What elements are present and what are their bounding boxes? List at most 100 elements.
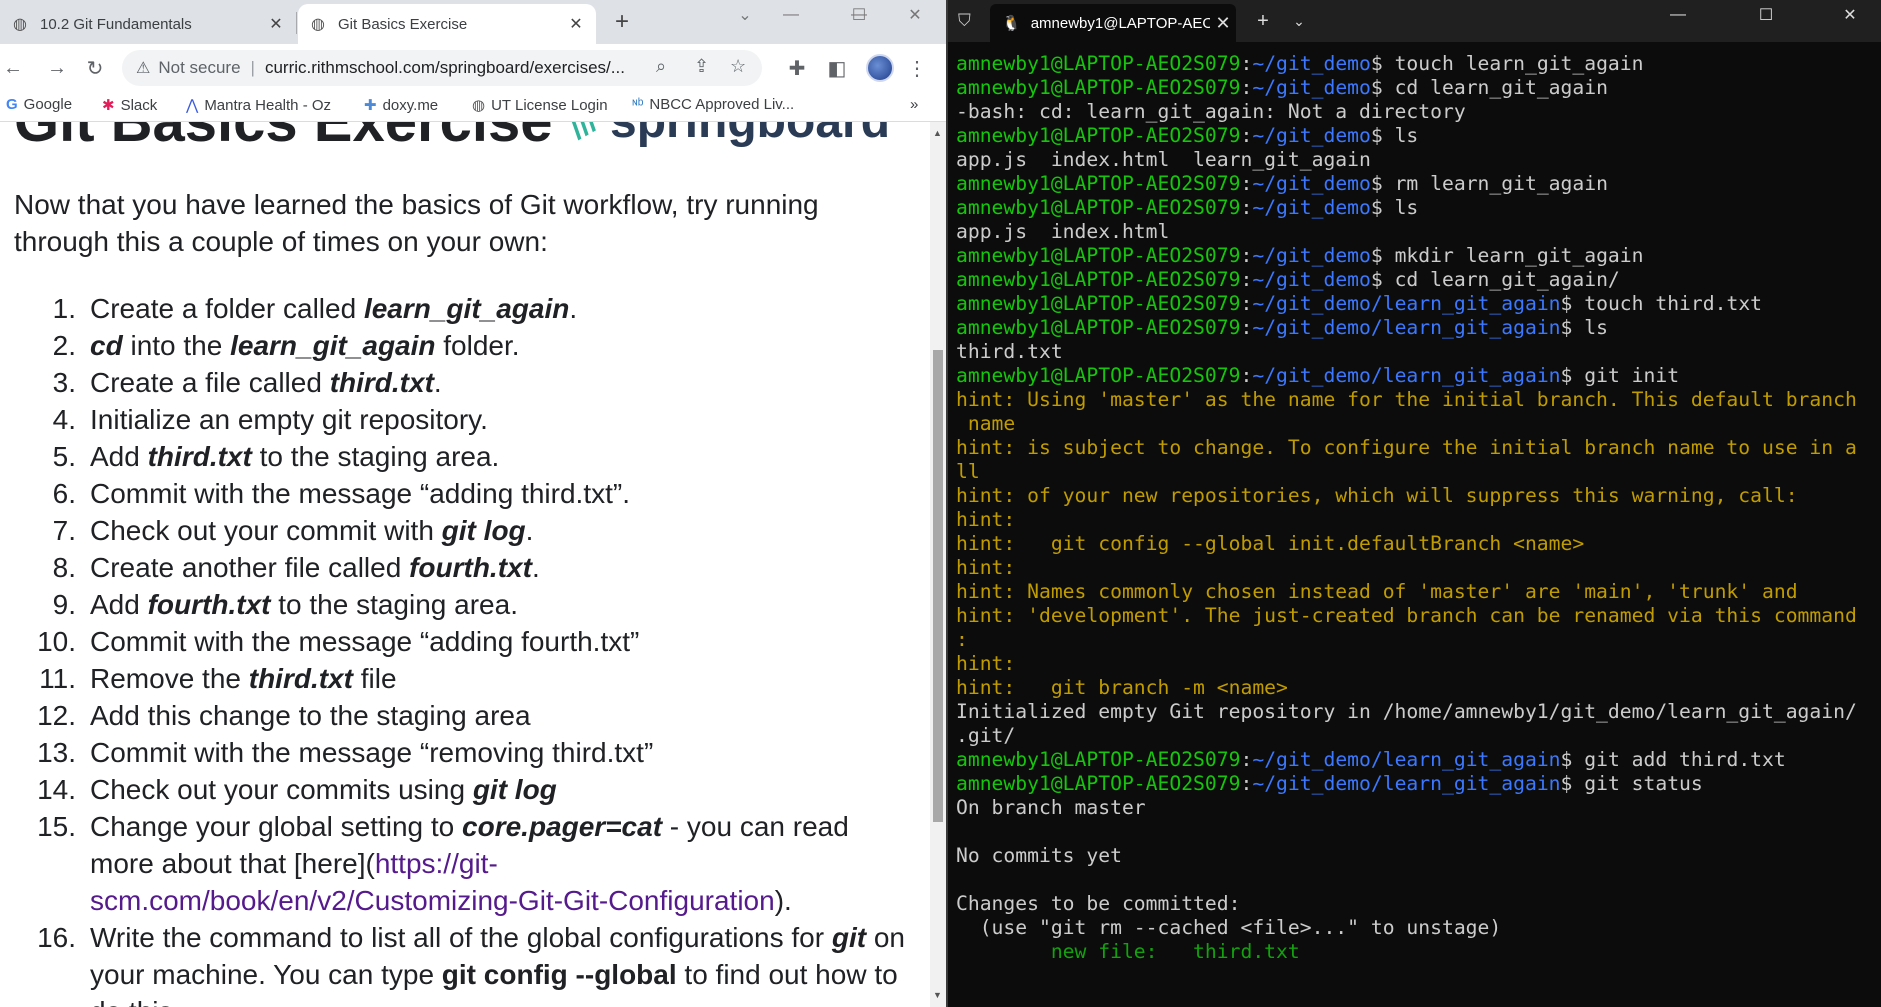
terminal-text: $ rm learn_git_again	[1370, 172, 1608, 195]
code-term: core.pager=cat	[462, 811, 663, 842]
bookmark-mantra[interactable]: ⋀ Mantra Health - Oz	[186, 96, 331, 115]
minimize-window-button[interactable]: —	[1650, 0, 1706, 30]
terminal-tab[interactable]: 🐧 amnewby1@LAPTOP-AEO2S0 ✕	[990, 4, 1236, 42]
terminal-text: hint: git branch -m <name>	[956, 676, 1288, 699]
bookmark-google[interactable]: G Google	[6, 96, 72, 113]
side-panel-icon[interactable]: ◧	[824, 55, 850, 81]
list-item: 5. Add third.txt to the staging area.	[14, 438, 914, 475]
terminal-text: hint: is subject to change. To configure…	[956, 436, 1857, 459]
close-tab-icon[interactable]: ✕	[1210, 13, 1236, 34]
step-number: 15.	[37, 811, 76, 842]
terminal-text: hint: Using 'master' as the name for the…	[956, 388, 1857, 411]
prompt-path: ~/git_demo	[1252, 244, 1371, 267]
scroll-down-icon[interactable]: ▼	[933, 990, 942, 1000]
prompt-user: amnewby1@LAPTOP-AEO2S079	[956, 316, 1241, 339]
close-window-button[interactable]: ✕	[1822, 0, 1878, 30]
divider: |	[250, 58, 255, 77]
tab-git-basics-exercise[interactable]: ◍ Git Basics Exercise ✕	[298, 4, 596, 44]
step-text: Remove the third.txt file	[90, 660, 914, 697]
step-number: 1.	[52, 293, 76, 324]
terminal-text: app.js index.html learn_git_again	[956, 148, 1371, 171]
step-text-part: Create a file called	[90, 367, 330, 398]
step-text-part: Commit with the message “adding third.tx…	[90, 478, 630, 509]
page-content: Git Basics Exercise /// springboard Now …	[0, 122, 930, 1007]
bookmark-slack[interactable]: ✱ Slack	[102, 96, 157, 115]
code-term: git log	[441, 515, 526, 546]
terminal-text: :	[1240, 748, 1253, 771]
step-number: 8.	[52, 552, 76, 583]
code-term: git log	[472, 774, 557, 805]
new-tab-button[interactable]: +	[1248, 6, 1278, 36]
nbcc-icon: ᶰᵇ	[632, 96, 644, 113]
forward-arrow-icon[interactable]: →	[44, 55, 70, 81]
step-text: cd into the learn_git_again folder.	[90, 327, 914, 364]
reload-icon[interactable]: ↻	[82, 55, 108, 81]
share-icon[interactable]: ⇪	[694, 56, 709, 77]
step-text-part: Check out your commits using	[90, 774, 473, 805]
list-item: 3. Create a file called third.txt.	[14, 364, 914, 401]
step-text-part: Add	[90, 441, 148, 472]
terminal-line: amnewby1@LAPTOP-AEO2S079:~/git_demo/lear…	[956, 292, 1876, 316]
step-text-part: Check out your commit with	[90, 515, 442, 546]
scrollbar-thumb[interactable]	[933, 350, 943, 822]
chevron-down-icon[interactable]: ⌄	[1284, 6, 1314, 36]
maximize-window-button[interactable]: ☐	[836, 0, 882, 30]
terminal-text: $ touch third.txt	[1560, 292, 1763, 315]
extensions-icon[interactable]: ✚	[784, 55, 810, 81]
google-icon: G	[6, 96, 18, 113]
terminal-line: third.txt	[956, 340, 1876, 364]
bookmark-star-icon[interactable]: ☆	[730, 56, 746, 77]
back-arrow-icon[interactable]: ←	[0, 55, 26, 81]
step-text-part: to the staging area.	[251, 441, 500, 472]
doxy-icon: ✚	[364, 97, 377, 114]
prompt-path: ~/git_demo	[1252, 268, 1371, 291]
bookmark-ut[interactable]: ◍ UT License Login	[472, 96, 608, 115]
terminal-text: :	[1240, 52, 1253, 75]
tab-git-fundamentals[interactable]: ◍ 10.2 Git Fundamentals ✕	[0, 4, 296, 44]
step-number: 4.	[52, 404, 76, 435]
terminal-line: hint: is subject to change. To configure…	[956, 436, 1876, 460]
list-item: 12. Add this change to the staging area	[14, 697, 914, 734]
step-number: 5.	[52, 441, 76, 472]
terminal-output[interactable]: amnewby1@LAPTOP-AEO2S079: ~/git_demo $ tou…	[956, 52, 1876, 964]
terminal-line: hint: Using 'master' as the name for the…	[956, 388, 1876, 412]
step-text-part: folder.	[435, 330, 520, 361]
scroll-up-icon[interactable]: ▲	[933, 128, 942, 138]
intro-paragraph: Now that you have learned the basics of …	[14, 189, 819, 257]
prompt-user: amnewby1@LAPTOP-AEO2S079	[956, 172, 1241, 195]
profile-avatar[interactable]	[866, 54, 894, 82]
terminal-line: Changes to be committed:	[956, 892, 1876, 916]
terminal-line: amnewby1@LAPTOP-AEO2S079:~/git_demo$ rm …	[956, 172, 1876, 196]
terminal-line: amnewby1@LAPTOP-AEO2S079:~/git_demo$ cd …	[956, 268, 1876, 292]
zoom-icon[interactable]: ⌕	[656, 56, 666, 77]
list-item: 8. Create another file called fourth.txt.	[14, 549, 914, 586]
bookmark-doxy[interactable]: ✚ doxy.me	[364, 96, 438, 115]
close-tab-icon[interactable]: ✕	[564, 12, 588, 36]
terminal-text: :	[1240, 316, 1253, 339]
tab-search-icon[interactable]: ⌄	[722, 0, 768, 30]
terminal-line: amnewby1@LAPTOP-AEO2S079:~/git_demo/lear…	[956, 772, 1876, 796]
page-scrollbar[interactable]: ▲ ▼	[930, 122, 946, 1007]
menu-dots-icon[interactable]: ⋮	[904, 55, 930, 81]
terminal-text: Initialized empty Git repository in /hom…	[956, 700, 1857, 723]
new-tab-button[interactable]: +	[608, 8, 636, 36]
terminal-text: Changes to be committed:	[956, 892, 1241, 915]
bookmark-nbcc[interactable]: ᶰᵇ NBCC Approved Liv...	[632, 96, 794, 113]
close-window-button[interactable]: ✕	[892, 0, 938, 30]
step-text-part: ).	[774, 885, 792, 916]
step-text-part: Commit with the message “removing third.…	[90, 737, 654, 768]
step-text: Commit with the message “adding fourth.t…	[90, 623, 914, 660]
bookmarks-overflow-button[interactable]: »	[910, 96, 918, 113]
minimize-window-button[interactable]: —	[768, 0, 814, 30]
terminal-line: Initialized empty Git repository in /hom…	[956, 700, 1876, 724]
step-text: Initialize an empty git repository.	[90, 401, 914, 438]
address-bar[interactable]: ⚠ Not secure | curric.rithmschool.com/sp…	[122, 50, 762, 86]
maximize-window-button[interactable]: ☐	[1738, 0, 1794, 30]
security-label: Not secure	[158, 58, 241, 77]
terminal-text: :	[956, 628, 968, 651]
tab-title: Git Basics Exercise	[338, 15, 468, 33]
prompt-user: amnewby1@LAPTOP-AEO2S079	[956, 76, 1241, 99]
terminal-line: .git/	[956, 724, 1876, 748]
close-tab-icon[interactable]: ✕	[264, 12, 288, 36]
slack-icon: ✱	[102, 97, 115, 114]
